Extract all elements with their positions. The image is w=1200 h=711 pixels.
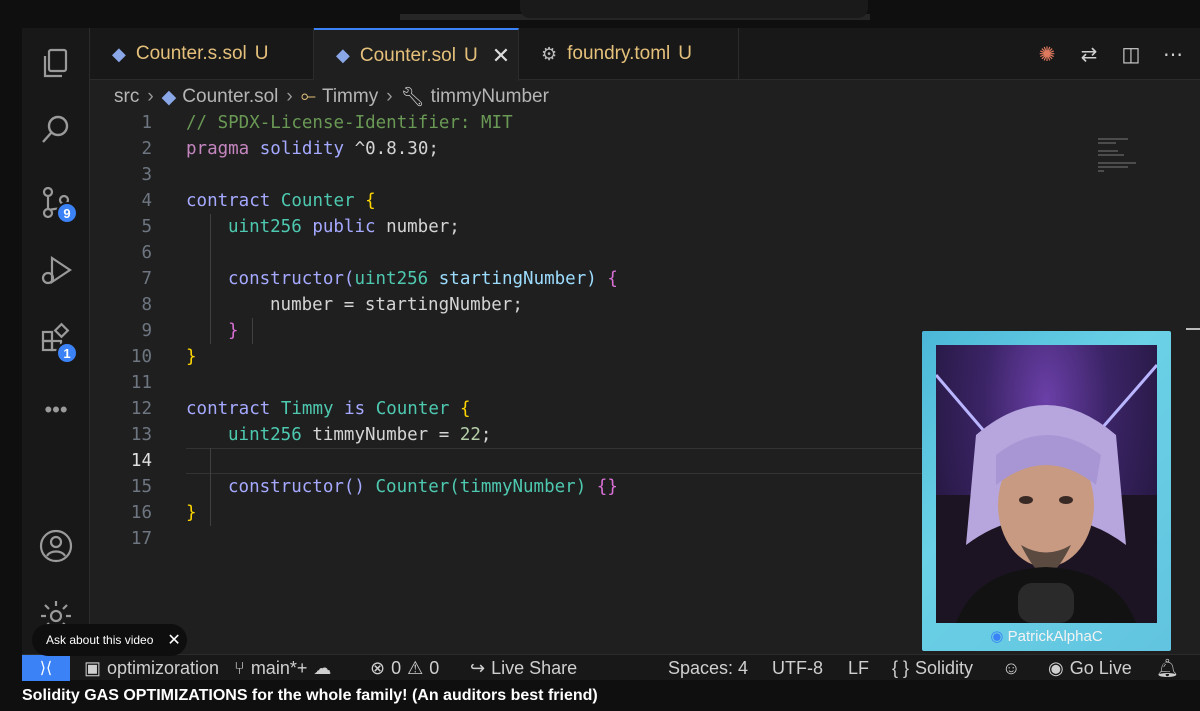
source-control-badge: 9 [56, 202, 78, 224]
line-number: 3 [141, 165, 152, 185]
code-line-7: constructor(uint256 startingNumber) { [228, 269, 618, 289]
gear-icon: ⚙ [541, 43, 558, 64]
wrench-icon: 🔧︎ [400, 87, 425, 108]
line-number-current: 14 [130, 451, 152, 471]
warning-icon: ⚠ [407, 657, 424, 678]
code-line-2: pragma solidity ^0.8.30; [186, 139, 439, 159]
run-debug-icon[interactable] [34, 248, 78, 292]
line-number: 9 [141, 321, 152, 341]
code-line-4: contract Counter { [186, 191, 376, 211]
code-line-8: number = startingNumber; [270, 295, 523, 315]
copilot-icon[interactable]: ☺ [1002, 655, 1020, 681]
breadcrumb-contract[interactable]: Timmy [322, 86, 378, 108]
sync-cloud-icon: ☁ [313, 657, 332, 678]
code-line-16: } [186, 503, 197, 523]
ethereum-icon: ◆ [336, 45, 350, 65]
line-number: 5 [141, 217, 152, 237]
more-actions-icon[interactable]: ⋯ [1160, 41, 1186, 67]
problems-indicator[interactable]: ⊗ 0 ⚠ 0 [370, 655, 439, 681]
chevron-right-icon: › [147, 86, 154, 107]
line-number: 4 [141, 191, 152, 211]
webcam-channel-name: ◉ PatrickAlphaC [990, 628, 1103, 645]
explorer-icon[interactable] [34, 42, 78, 86]
tab-counter-sol[interactable]: ◆ Counter.sol U ✕ [314, 28, 519, 81]
ethereum-icon: ◆ [161, 86, 177, 108]
live-share-button[interactable]: ↪ Live Share [470, 655, 577, 681]
close-tab-icon[interactable]: ✕ [492, 43, 510, 69]
line-number: 11 [130, 373, 152, 393]
repo-icon: ▣ [84, 657, 102, 678]
line-number: 12 [130, 399, 152, 419]
video-frame: 9 1 ••• ◆ Counter.s.sol U ◆ Counter.sol … [0, 0, 1200, 711]
code-line-9: } [228, 321, 239, 341]
code-line-5: uint256 public number; [228, 217, 460, 237]
line-number: 16 [130, 503, 152, 523]
minimap[interactable] [1098, 138, 1148, 178]
search-icon[interactable] [34, 108, 78, 152]
branch-indicator[interactable]: ⑂ main*+ ☁ [234, 655, 331, 681]
remote-indicator[interactable]: ⟩⟨ [22, 655, 70, 681]
code-line-15: constructor() Counter(timmyNumber) {} [228, 477, 618, 497]
line-number: 8 [141, 295, 152, 315]
go-live-button[interactable]: ◉ Go Live [1048, 655, 1132, 681]
activity-bar: 9 1 ••• [22, 28, 90, 654]
code-line-12: contract Timmy is Counter { [186, 399, 471, 419]
git-branch-icon: ⑂ [234, 657, 245, 678]
encoding-indicator[interactable]: UTF-8 [772, 655, 823, 681]
video-top-bar [0, 0, 1200, 28]
eol-indicator[interactable]: LF [848, 655, 869, 681]
breadcrumb-file[interactable]: Counter.sol [182, 86, 278, 108]
broadcast-icon: ◉ [1048, 657, 1064, 678]
line-number: 1 [141, 113, 152, 133]
video-title[interactable]: Solidity GAS OPTIMIZATIONS for the whole… [22, 687, 598, 705]
chevron-right-icon: › [386, 86, 393, 107]
breadcrumb-src[interactable]: src [114, 86, 139, 108]
class-icon: ⟜ [300, 86, 316, 107]
code-line-1: // SPDX-License-Identifier: MIT [186, 113, 513, 133]
line-number: 13 [130, 425, 152, 445]
line-number: 10 [130, 347, 152, 367]
line-number: 6 [141, 243, 152, 263]
compare-changes-icon[interactable]: ⇄ [1076, 41, 1102, 67]
breadcrumb-symbol[interactable]: timmyNumber [431, 86, 549, 108]
account-icon[interactable] [34, 524, 78, 568]
claude-icon[interactable]: ✺ [1034, 41, 1060, 67]
status-bar: ⟩⟨ ▣ optimizoration ⑂ main*+ ☁ ⊗ 0 ⚠ 0 ↪… [22, 654, 1200, 681]
language-mode[interactable]: { } Solidity [892, 655, 973, 681]
webcam-video [936, 345, 1157, 623]
tab-bar: ◆ Counter.s.sol U ◆ Counter.sol U ✕ ⚙ fo… [90, 28, 1200, 81]
ask-about-video-tooltip[interactable]: Ask about this video ✕ [32, 624, 187, 656]
line-number: 17 [130, 529, 152, 549]
line-number: 7 [141, 269, 152, 289]
close-icon[interactable]: ✕ [167, 630, 180, 650]
more-icon[interactable]: ••• [34, 388, 78, 432]
tab-foundry-toml[interactable]: ⚙ foundry.toml U [519, 28, 739, 80]
avatar-icon: ◉ [990, 628, 1004, 645]
scrollbar-marker[interactable] [1186, 328, 1200, 330]
braces-icon: { } [892, 657, 910, 678]
webcam-overlay: ◉ PatrickAlphaC [922, 331, 1171, 651]
line-number: 2 [141, 139, 152, 159]
line-number: 15 [130, 477, 152, 497]
code-line-13: uint256 timmyNumber = 22; [228, 425, 492, 445]
extensions-badge: 1 [56, 342, 78, 364]
notifications-bell-icon[interactable]: 🔔︎ [1156, 655, 1179, 681]
editor-actions: ✺ ⇄ ◫ ⋯ [1034, 28, 1186, 80]
tab-counter-s-sol[interactable]: ◆ Counter.s.sol U [90, 28, 314, 80]
split-editor-icon[interactable]: ◫ [1118, 41, 1144, 67]
indentation-indicator[interactable]: Spaces: 4 [668, 655, 748, 681]
ethereum-icon: ◆ [112, 43, 126, 64]
error-icon: ⊗ [370, 657, 386, 678]
workspace-indicator[interactable]: ▣ optimizoration [84, 655, 219, 681]
breadcrumb: src › ◆ Counter.sol › ⟜ Timmy › 🔧︎ timmy… [114, 84, 549, 110]
chevron-right-icon: › [286, 86, 293, 107]
code-line-10: } [186, 347, 197, 367]
live-share-icon: ↪ [470, 657, 486, 678]
